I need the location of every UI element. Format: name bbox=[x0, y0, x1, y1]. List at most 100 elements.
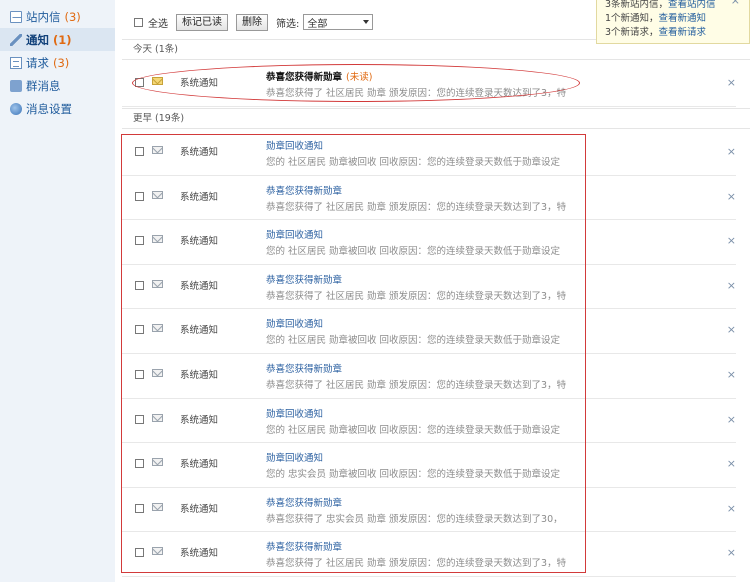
notification-type: 系统通知 bbox=[180, 236, 219, 248]
select-all-checkbox[interactable] bbox=[134, 17, 143, 27]
notification-title[interactable]: 恭喜您获得新勋章 bbox=[266, 183, 342, 197]
row-checkbox[interactable] bbox=[135, 548, 144, 558]
sidebar-item-group-messages[interactable]: 群消息 bbox=[0, 74, 115, 97]
row-checkbox[interactable] bbox=[135, 503, 144, 513]
row-checkbox[interactable] bbox=[135, 370, 144, 379]
notification-row[interactable]: 系统通知 勋章回收通知您的 社区居民 勋章被回收 回收原因：您的连续登录天数低于勋… bbox=[122, 220, 736, 265]
close-icon[interactable]: × bbox=[727, 502, 736, 515]
popup-text: 1个新通知， bbox=[605, 13, 659, 24]
row-checkbox[interactable] bbox=[135, 414, 144, 424]
notification-type: 系统通知 bbox=[180, 459, 219, 471]
row-checkbox[interactable] bbox=[135, 459, 144, 469]
delete-button[interactable]: 删除 bbox=[236, 13, 268, 31]
close-icon[interactable]: × bbox=[727, 323, 736, 336]
unread-tag: (未读) bbox=[346, 72, 373, 83]
notification-type: 系统通知 bbox=[180, 78, 219, 89]
chevron-down-icon bbox=[363, 20, 370, 24]
notification-row[interactable]: 系统通知 恭喜您获得新勋章 恭喜您获得了 忠实会员 勋章 颁发原因：您的连续登录天数… bbox=[122, 488, 736, 533]
notification-row[interactable]: 系统通知 勋章回收通知您的 忠实会员 勋章被回收 回收原因：您的连续登录天数低于勋… bbox=[122, 443, 736, 488]
toolbar: 全选 标记已读 删除 筛选: 全部 bbox=[134, 12, 374, 32]
close-icon[interactable]: × bbox=[727, 190, 736, 203]
close-icon[interactable]: × bbox=[727, 368, 736, 381]
notification-title[interactable]: 勋章回收通知 bbox=[266, 227, 323, 241]
popup-line: 1个新通知，查看新通知 bbox=[605, 12, 749, 26]
sidebar-item-label: 站内信 bbox=[26, 9, 61, 24]
view-messages-link[interactable]: 查看站内信 bbox=[668, 0, 716, 10]
document-icon bbox=[10, 56, 22, 69]
close-icon[interactable]: × bbox=[727, 413, 736, 426]
sidebar-item-label: 消息设置 bbox=[26, 101, 72, 116]
row-checkbox[interactable] bbox=[135, 78, 144, 87]
pen-icon bbox=[10, 33, 22, 46]
close-icon[interactable]: × bbox=[727, 145, 736, 158]
notification-row[interactable]: 系统通知 勋章回收通知 您的 社区居民 勋章被回收 回收原因：您的连续登录天数低于勋… bbox=[122, 309, 736, 354]
row-checkbox[interactable] bbox=[135, 191, 144, 201]
notification-title[interactable]: 恭喜您获得新勋章 bbox=[266, 361, 342, 375]
sidebar-item-count: (3) bbox=[64, 9, 81, 24]
notification-type: 系统通知 bbox=[180, 191, 219, 203]
envelope-icon bbox=[152, 547, 163, 556]
globe-icon bbox=[10, 102, 22, 115]
sidebar-item-message-settings[interactable]: 消息设置 bbox=[0, 97, 115, 120]
close-icon[interactable]: × bbox=[727, 457, 736, 470]
sidebar-item-count: (1) bbox=[53, 32, 72, 47]
sidebar-item-label: 请求 bbox=[26, 55, 49, 70]
notification-row-unread[interactable]: 系统通知 恭喜您获得新勋章 (未读) 恭喜您获得了 社区居民 勋章 颁发原因：您的… bbox=[122, 62, 736, 107]
envelope-icon bbox=[152, 190, 163, 199]
notification-row[interactable]: 系统通知 恭喜您获得新勋章 恭喜您获得了 社区居民 勋章 颁发原因：您的连续登录天数… bbox=[122, 265, 736, 310]
notification-type: 系统通知 bbox=[180, 414, 219, 426]
notification-type: 系统通知 bbox=[180, 147, 219, 158]
notification-panel: 全选 标记已读 删除 筛选: 全部 今天 (1条) 系统通知 恭喜您获得新勋章(… bbox=[122, 0, 750, 582]
row-checkbox[interactable] bbox=[135, 280, 144, 290]
new-message-popup: 3条新站内信，查看站内信 1个新通知，查看新通知 3个新请求，查看新请求 × bbox=[596, 0, 750, 44]
row-checkbox[interactable] bbox=[135, 236, 144, 246]
notification-desc: 您的 社区居民 勋章被回收 回收原因：您的连续登录天数低于勋章设定 bbox=[266, 424, 561, 436]
notification-title[interactable]: 勋章回收通知 bbox=[266, 316, 323, 330]
sidebar-item-messages[interactable]: 站内信 (3) bbox=[0, 5, 115, 28]
section-header-earlier: 更早 (19条) bbox=[122, 108, 750, 129]
notification-title[interactable]: 恭喜您获得新勋章 bbox=[266, 495, 342, 509]
notification-title[interactable]: 恭喜您获得新勋章 bbox=[266, 272, 342, 286]
filter-select[interactable]: 全部 bbox=[303, 14, 374, 30]
mark-read-button[interactable]: 标记已读 bbox=[176, 13, 228, 31]
notification-desc: 您的 社区居民 勋章被回收 回收原因：您的连续登录天数低于勋章设定 bbox=[266, 157, 561, 168]
notification-title[interactable]: 勋章回收通知 bbox=[266, 138, 323, 152]
notification-title-text[interactable]: 恭喜您获得新勋章 bbox=[266, 72, 342, 83]
notification-row[interactable]: 系统通知 恭喜您获得新勋章 恭喜您获得了 社区居民 勋章 颁发原因：您的连续登录天数… bbox=[122, 176, 736, 221]
sidebar-item-notifications[interactable]: 通知 (1) bbox=[0, 28, 115, 51]
close-icon[interactable]: × bbox=[727, 279, 736, 292]
row-checkbox[interactable] bbox=[135, 325, 144, 335]
filter-select-value: 全部 bbox=[307, 18, 328, 30]
view-notifications-link[interactable]: 查看新通知 bbox=[659, 13, 707, 24]
row-checkbox[interactable] bbox=[135, 147, 144, 156]
envelope-icon bbox=[152, 369, 163, 377]
notification-desc: 您的 社区居民 勋章被回收 回收原因：您的连续登录天数低于勋章设定 bbox=[266, 335, 561, 347]
close-icon[interactable]: × bbox=[731, 0, 740, 8]
envelope-icon bbox=[152, 413, 163, 422]
notification-title[interactable]: 勋章回收通知 bbox=[266, 406, 323, 420]
notification-row[interactable]: 系统通知 勋章回收通知您的 社区居民 勋章被回收 回收原因：您的连续登录天数低于勋… bbox=[122, 399, 736, 444]
envelope-icon bbox=[152, 279, 163, 288]
close-icon[interactable]: × bbox=[727, 76, 736, 89]
notification-title[interactable]: 勋章回收通知 bbox=[266, 450, 323, 464]
close-icon[interactable]: × bbox=[727, 234, 736, 247]
sidebar-item-label: 群消息 bbox=[26, 78, 61, 93]
popup-line: 3个新请求，查看新请求 bbox=[605, 26, 749, 40]
chat-icon bbox=[10, 79, 22, 92]
notification-row[interactable]: 系统通知 勋章回收通知您的 社区居民 勋章被回收 回收原因：您的连续登录天数低于勋… bbox=[122, 131, 736, 176]
envelope-icon bbox=[152, 324, 163, 333]
notification-type: 系统通知 bbox=[180, 548, 219, 560]
notification-desc: 您的 忠实会员 勋章被回收 回收原因：您的连续登录天数低于勋章设定 bbox=[266, 469, 561, 481]
popup-text: 3条新站内信， bbox=[605, 0, 669, 10]
envelope-icon bbox=[152, 235, 163, 244]
sidebar-item-requests[interactable]: 请求 (3) bbox=[0, 51, 115, 74]
notification-row[interactable]: 系统通知 恭喜您获得新勋章 恭喜您获得了 社区居民 勋章 颁发原因：您的连续登录天数… bbox=[122, 532, 736, 577]
close-icon[interactable]: × bbox=[727, 546, 736, 559]
notification-desc: 恭喜您获得了 社区居民 勋章 颁发原因：您的连续登录天数达到了3，特 bbox=[266, 290, 567, 302]
notification-desc: 您的 社区居民 勋章被回收 回收原因：您的连续登录天数低于勋章设定 bbox=[266, 246, 561, 258]
notification-title[interactable]: 恭喜您获得新勋章 (未读) bbox=[266, 69, 372, 83]
view-requests-link[interactable]: 查看新请求 bbox=[659, 27, 707, 38]
notification-row[interactable]: 系统通知 恭喜您获得新勋章 恭喜您获得了 社区居民 勋章 颁发原因：您的连续登录天数… bbox=[122, 354, 736, 399]
notification-title[interactable]: 恭喜您获得新勋章 bbox=[266, 539, 342, 553]
envelope-icon bbox=[152, 146, 163, 154]
